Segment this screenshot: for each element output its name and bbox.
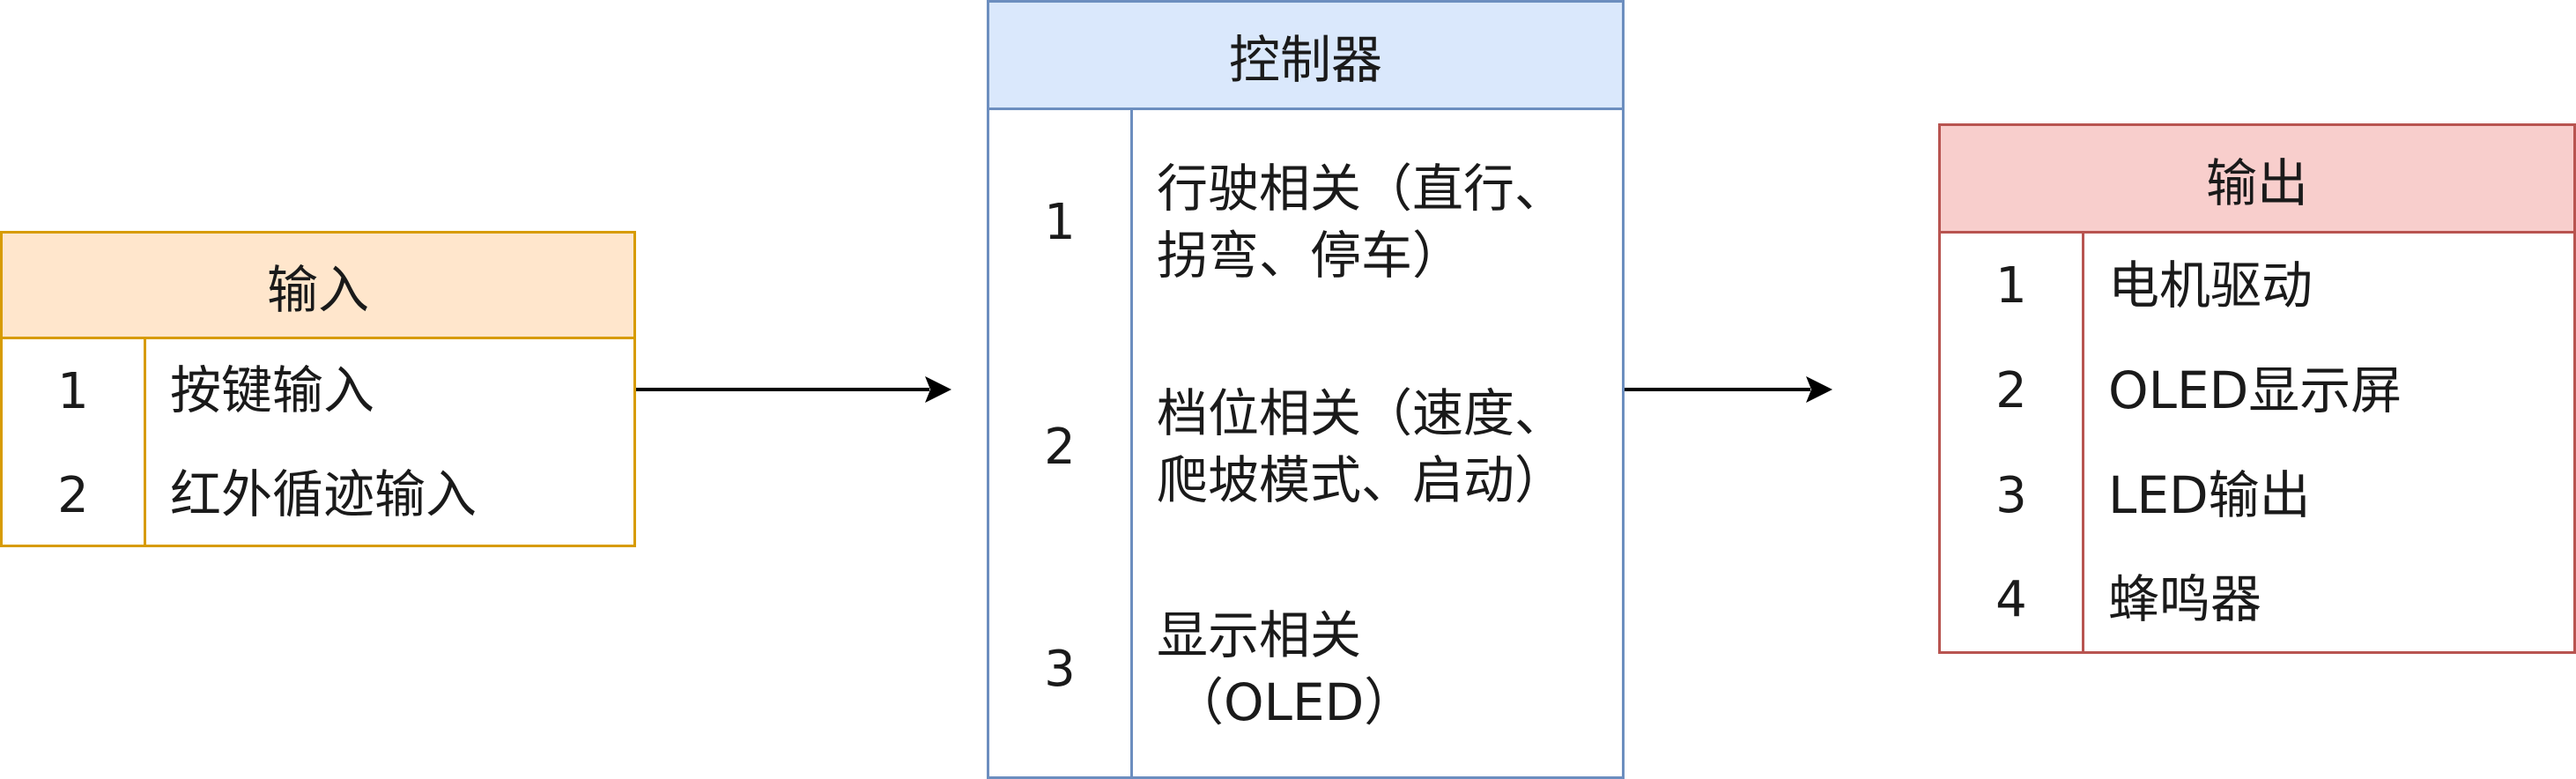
controller-row-3: 3 显示相关 （OLED） [989,560,1622,779]
controller-row-number: 1 [1044,194,1076,251]
output-row-number: 3 [1995,467,2027,524]
controller-row-label-line1: 显示相关 [1157,605,1362,666]
controller-row-label: 显示相关 （OLED） [1157,560,1613,779]
output-row-label: 蜂鸣器 [2108,568,2262,629]
output-row-2: 2 OLED显示屏 [1941,338,2573,443]
controller-row-label-line2: 爬坡模式、启动） [1157,449,1566,510]
controller-row-label-line2: 拐弯、停车） [1157,225,1464,286]
controller-row-1: 1 行驶相关（直行、 拐弯、停车） [989,110,1622,335]
controller-row-number: 2 [1044,419,1076,476]
arrow-input-to-controller [636,376,951,403]
controller-row-label: 档位相关（速度、 爬坡模式、启动） [1157,335,1613,560]
input-row-1: 1 按键输入 [3,339,633,443]
input-row-2: 2 红外循迹输入 [3,443,633,547]
input-box-title: 输入 [3,234,633,339]
controller-row-label: 行驶相关（直行、 拐弯、停车） [1157,110,1613,335]
output-row-1: 1 电机驱动 [1941,234,2573,338]
controller-box: 控制器 1 行驶相关（直行、 拐弯、停车） 2 档位相关（速度、 爬坡模式、启动… [987,0,1625,779]
output-row-label: 电机驱动 [2108,255,2313,315]
output-row-label: OLED显示屏 [2108,360,2402,420]
controller-row-label-line1: 档位相关（速度、 [1157,383,1566,444]
arrow-controller-to-output [1625,376,1832,403]
input-row-number: 1 [57,362,89,420]
output-box-title: 输出 [1941,126,2573,234]
input-row-label: 红外循迹输入 [170,464,477,525]
output-box: 输出 1 电机驱动 2 OLED显示屏 3 LED输出 4 蜂鸣器 [1938,123,2576,654]
output-row-label: LED输出 [2108,464,2311,525]
controller-row-label-line1: 行驶相关（直行、 [1157,159,1566,219]
output-row-4: 4 蜂鸣器 [1941,548,2573,651]
output-row-number: 2 [1995,362,2027,419]
controller-row-2: 2 档位相关（速度、 爬坡模式、启动） [989,335,1622,560]
input-row-label: 按键输入 [170,360,375,421]
output-row-number: 1 [1995,257,2027,315]
output-row-3: 3 LED输出 [1941,443,2573,548]
controller-row-label-line2: （OLED） [1173,671,1416,732]
controller-row-number: 3 [1044,641,1076,698]
input-row-number: 2 [57,466,89,524]
output-row-number: 4 [1995,571,2027,628]
controller-box-title: 控制器 [989,3,1622,110]
input-box: 输入 1 按键输入 2 红外循迹输入 [0,231,636,547]
